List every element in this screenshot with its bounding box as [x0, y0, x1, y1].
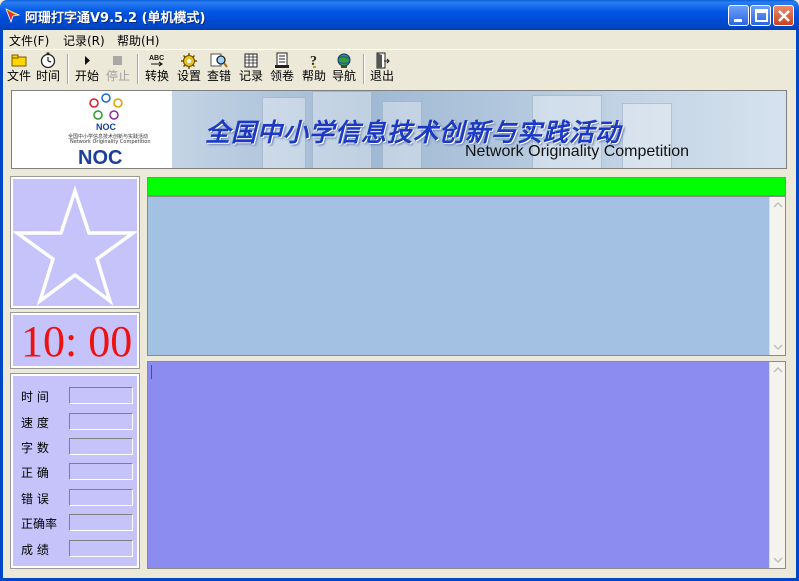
typing-input-area[interactable]: [147, 361, 786, 569]
toolbar-navigate-button[interactable]: 导航: [331, 52, 357, 86]
countdown-panel: 10: 00: [10, 312, 140, 369]
banner-subtitle: Network Originality Competition: [465, 143, 690, 160]
stat-label-score: 成 绩: [21, 543, 49, 557]
globe-icon: [337, 53, 351, 68]
logo-noc-small: NOC: [96, 122, 116, 132]
maximize-icon: [755, 9, 768, 22]
folder-icon: [11, 54, 27, 67]
noc-banner: NOC 全国中小学信息技术创新与实践活动 Network Originality…: [11, 90, 787, 169]
scroll-up-icon[interactable]: [771, 363, 785, 377]
toolbar-get-paper-button[interactable]: 领卷: [269, 52, 295, 86]
toolbar-file-label: 文件: [6, 69, 31, 83]
toolbar-convert-button[interactable]: ABC 转换: [144, 52, 170, 86]
toolbar-stop-button[interactable]: 停止: [105, 52, 131, 86]
menu-bar: 文件(F) 记录(R) 帮助(H): [3, 30, 796, 49]
menu-record[interactable]: 记录(R): [63, 32, 105, 49]
scroll-down-icon[interactable]: [771, 553, 785, 567]
toolbar-time-label: 时间: [35, 69, 60, 83]
toolbar-stop-label: 停止: [105, 69, 130, 83]
stopwatch-icon: [40, 52, 56, 69]
stat-field-count: [69, 438, 133, 455]
logo-noc-text: NOC: [78, 147, 123, 169]
text-caret: [151, 365, 152, 379]
paper-icon: [275, 52, 289, 68]
progress-bar: [147, 177, 786, 196]
noc-logo: NOC 全国中小学信息技术创新与实践活动 Network Originality…: [12, 91, 172, 169]
stat-field-time: [69, 387, 133, 404]
help-icon: ?: [310, 54, 317, 69]
play-icon: [85, 56, 90, 65]
toolbar-settings-label: 设置: [176, 69, 201, 83]
stats-panel: 时 间 速 度 字 数 正 确 错 误 正确率 成 绩: [10, 373, 140, 569]
gear-icon: [181, 53, 197, 69]
stat-field-speed: [69, 413, 133, 430]
svg-text:ABC: ABC: [149, 55, 164, 62]
stat-label-accuracy: 正确率: [21, 517, 58, 531]
stat-field-errors: [69, 489, 133, 506]
toolbar-help-button[interactable]: ? 帮助: [301, 52, 327, 86]
window-title: 阿珊打字通V9.5.2 (单机模式): [25, 11, 206, 26]
star-icon: [11, 185, 139, 306]
toolbar-convert-label: 转换: [144, 69, 169, 83]
countdown-display: 10: 00: [21, 317, 133, 366]
record-grid-icon: [244, 53, 258, 68]
toolbar-start-button[interactable]: 开始: [74, 52, 100, 86]
toolbar-help-label: 帮助: [301, 69, 326, 83]
stat-field-accuracy: [69, 514, 133, 531]
toolbar: 文件 时间 开始 停止 ABC 转换 设置 查错 记录 领卷 ? 帮助 导航 退…: [3, 49, 796, 87]
input-scrollbar[interactable]: [769, 362, 785, 568]
stat-label-speed: 速 度: [21, 416, 49, 430]
minimize-icon: [734, 19, 742, 22]
stat-label-count: 字 数: [21, 441, 49, 455]
minimize-button[interactable]: [728, 5, 749, 26]
source-text-area[interactable]: [147, 196, 786, 356]
noc-logo-rings-icon: [89, 93, 123, 120]
scroll-up-icon[interactable]: [771, 198, 785, 212]
menu-file[interactable]: 文件(F): [9, 32, 49, 49]
toolbar-separator: [67, 54, 69, 84]
maximize-button[interactable]: [750, 5, 771, 26]
toolbar-settings-button[interactable]: 设置: [176, 52, 202, 86]
menu-help[interactable]: 帮助(H): [117, 32, 159, 49]
close-icon: [778, 10, 790, 22]
stat-label-correct: 正 确: [21, 466, 49, 480]
title-bar[interactable]: 阿珊打字通V9.5.2 (单机模式): [0, 0, 799, 30]
abc-convert-icon: ABC: [149, 55, 164, 67]
scroll-down-icon[interactable]: [771, 340, 785, 354]
close-button[interactable]: [773, 5, 794, 26]
magnifier-icon: [210, 53, 228, 68]
toolbar-time-button[interactable]: 时间: [35, 52, 61, 86]
stat-label-time: 时 间: [21, 390, 49, 404]
stop-icon: [113, 56, 122, 65]
app-icon: [5, 8, 21, 23]
logo-subtitle-en: Network Originality Competition: [70, 139, 151, 145]
toolbar-separator: [363, 54, 365, 84]
window-frame-left: [0, 30, 3, 581]
stat-field-correct: [69, 463, 133, 480]
toolbar-check-errors-label: 查错: [206, 69, 231, 83]
stat-label-errors: 错 误: [21, 492, 49, 506]
toolbar-record-label: 记录: [238, 69, 263, 83]
star-panel: [10, 176, 140, 309]
toolbar-start-label: 开始: [74, 69, 99, 83]
toolbar-file-button[interactable]: 文件: [6, 52, 32, 86]
toolbar-check-errors-button[interactable]: 查错: [206, 52, 232, 86]
source-scrollbar[interactable]: [769, 197, 785, 355]
toolbar-navigate-label: 导航: [331, 69, 356, 83]
toolbar-exit-label: 退出: [369, 69, 394, 83]
exit-door-icon: [376, 52, 390, 69]
toolbar-get-paper-label: 领卷: [269, 69, 294, 83]
toolbar-record-button[interactable]: 记录: [238, 52, 264, 86]
stat-field-score: [69, 540, 133, 557]
toolbar-separator: [137, 54, 139, 84]
toolbar-exit-button[interactable]: 退出: [369, 52, 395, 86]
